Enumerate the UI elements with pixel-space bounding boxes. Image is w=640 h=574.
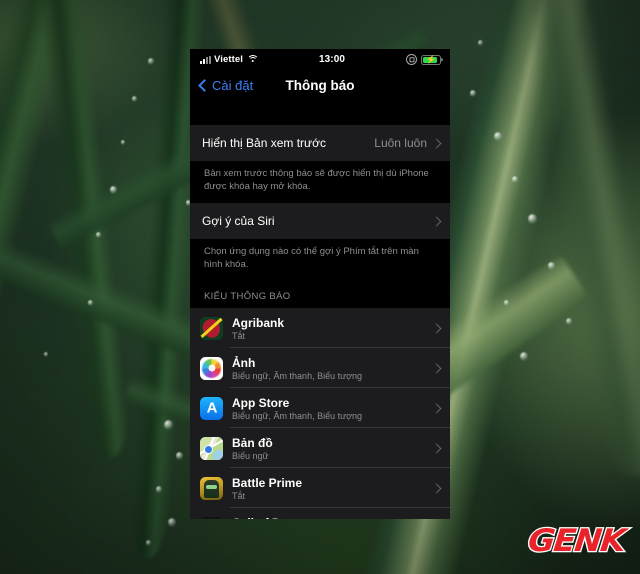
siri-suggestions-label: Gợi ý của Siri bbox=[202, 214, 275, 229]
chevron-right-icon bbox=[431, 323, 442, 334]
app-store-app-icon: A bbox=[200, 396, 223, 420]
water-droplet bbox=[470, 90, 476, 97]
status-bar-left: Viettel bbox=[200, 54, 259, 65]
app-row-text: Agribank Tắt bbox=[232, 316, 433, 341]
app-status: Tắt bbox=[232, 490, 246, 501]
show-previews-label: Hiển thị Bản xem trước bbox=[202, 136, 326, 150]
table-row[interactable]: Battle Prime Tắt bbox=[190, 468, 450, 509]
chevron-right-icon bbox=[431, 443, 442, 454]
app-status: Biểu ngữ, Âm thanh, Biểu tượng bbox=[232, 410, 363, 421]
agribank-app-icon bbox=[200, 316, 223, 340]
notification-style-header: KIỂU THÔNG BÁO bbox=[190, 281, 450, 309]
status-bar: Viettel 13:00 ⚡ bbox=[190, 49, 450, 70]
water-droplet bbox=[478, 40, 483, 46]
back-button[interactable]: Cài đặt bbox=[198, 78, 254, 93]
table-row[interactable]: Call of Duty Tắt bbox=[190, 508, 450, 519]
app-notification-list: Agribank Tắt Ảnh Biểu ngữ, Âm thanh, Biể… bbox=[190, 308, 450, 519]
chevron-right-icon bbox=[431, 483, 442, 494]
app-row-text: Battle Prime Tắt bbox=[232, 476, 433, 501]
chevron-right-icon bbox=[431, 216, 442, 227]
show-previews-group: Hiển thị Bản xem trước Luôn luôn bbox=[190, 125, 450, 161]
battle-prime-app-icon bbox=[200, 476, 223, 500]
water-droplet bbox=[96, 232, 101, 238]
water-droplet bbox=[528, 214, 537, 224]
show-previews-row[interactable]: Hiển thị Bản xem trước Luôn luôn bbox=[190, 125, 450, 161]
app-name: Agribank bbox=[232, 315, 285, 330]
cellular-bars-icon bbox=[200, 55, 211, 64]
table-row[interactable]: Agribank Tắt bbox=[190, 308, 450, 349]
maps-app-icon bbox=[200, 436, 223, 460]
siri-suggestions-group: Gợi ý của Siri bbox=[190, 203, 450, 240]
battery-charging-icon: ⚡ bbox=[421, 54, 441, 65]
water-droplet bbox=[176, 452, 183, 460]
rotation-lock-icon bbox=[406, 54, 417, 65]
water-droplet bbox=[88, 300, 93, 306]
chevron-right-icon bbox=[431, 363, 442, 374]
app-row-text: App Store Biểu ngữ, Âm thanh, Biểu tượng bbox=[232, 396, 433, 421]
wifi-icon bbox=[246, 55, 259, 64]
app-row-text: Ảnh Biểu ngữ, Âm thanh, Biểu tượng bbox=[232, 356, 433, 381]
water-droplet bbox=[566, 318, 572, 325]
water-droplet bbox=[494, 132, 502, 141]
iphone-screenshot-panel: Viettel 13:00 ⚡ Cài đặt Thông báo Hiển t… bbox=[190, 49, 450, 519]
app-row-text: Bản đồ Biểu ngữ bbox=[232, 436, 433, 461]
navigation-bar: Cài đặt Thông báo bbox=[190, 70, 450, 101]
water-droplet bbox=[548, 262, 555, 270]
chevron-right-icon bbox=[431, 138, 442, 148]
chevron-right-icon bbox=[431, 403, 442, 414]
chevron-left-icon bbox=[198, 79, 211, 92]
app-name: App Store bbox=[232, 395, 290, 410]
water-droplet bbox=[121, 140, 125, 145]
water-droplet bbox=[504, 300, 509, 306]
call-of-duty-app-icon bbox=[200, 516, 223, 519]
app-name: Battle Prime bbox=[232, 475, 303, 490]
siri-suggestions-footnote: Chọn ứng dụng nào có thể gợi ý Phím tắt … bbox=[190, 239, 450, 282]
water-droplet bbox=[146, 540, 151, 546]
nav-spacer bbox=[190, 101, 450, 125]
siri-suggestions-row[interactable]: Gợi ý của Siri bbox=[190, 203, 450, 239]
app-name: Bản đồ bbox=[232, 435, 273, 450]
water-droplet bbox=[110, 186, 117, 194]
water-droplet bbox=[512, 176, 518, 183]
show-previews-footnote: Bản xem trước thông báo sẽ được hiển thị… bbox=[190, 161, 450, 204]
carrier-label: Viettel bbox=[214, 54, 244, 65]
back-button-label: Cài đặt bbox=[212, 78, 254, 93]
app-status: Tắt bbox=[232, 330, 246, 341]
status-bar-clock: 13:00 bbox=[318, 54, 346, 65]
water-droplet bbox=[168, 518, 176, 527]
water-droplet bbox=[164, 420, 173, 430]
water-droplet bbox=[132, 96, 137, 102]
table-row[interactable]: Bản đồ Biểu ngữ bbox=[190, 428, 450, 469]
water-droplet bbox=[156, 486, 162, 493]
photos-app-icon bbox=[200, 356, 223, 380]
app-status: Biểu ngữ bbox=[232, 450, 269, 461]
table-row[interactable]: Ảnh Biểu ngữ, Âm thanh, Biểu tượng bbox=[190, 348, 450, 389]
genk-watermark: GENK bbox=[526, 522, 628, 561]
water-droplet bbox=[148, 58, 154, 65]
app-status: Biểu ngữ, Âm thanh, Biểu tượng bbox=[232, 370, 363, 381]
app-row-text: Call of Duty Tắt bbox=[232, 516, 433, 519]
water-droplet bbox=[44, 352, 48, 357]
status-bar-right: ⚡ bbox=[406, 54, 441, 65]
app-name: Call of Duty bbox=[232, 516, 433, 519]
table-row[interactable]: A App Store Biểu ngữ, Âm thanh, Biểu tượ… bbox=[190, 388, 450, 429]
app-name: Ảnh bbox=[232, 355, 256, 370]
show-previews-value: Luôn luôn bbox=[374, 136, 427, 150]
water-droplet bbox=[520, 352, 528, 361]
